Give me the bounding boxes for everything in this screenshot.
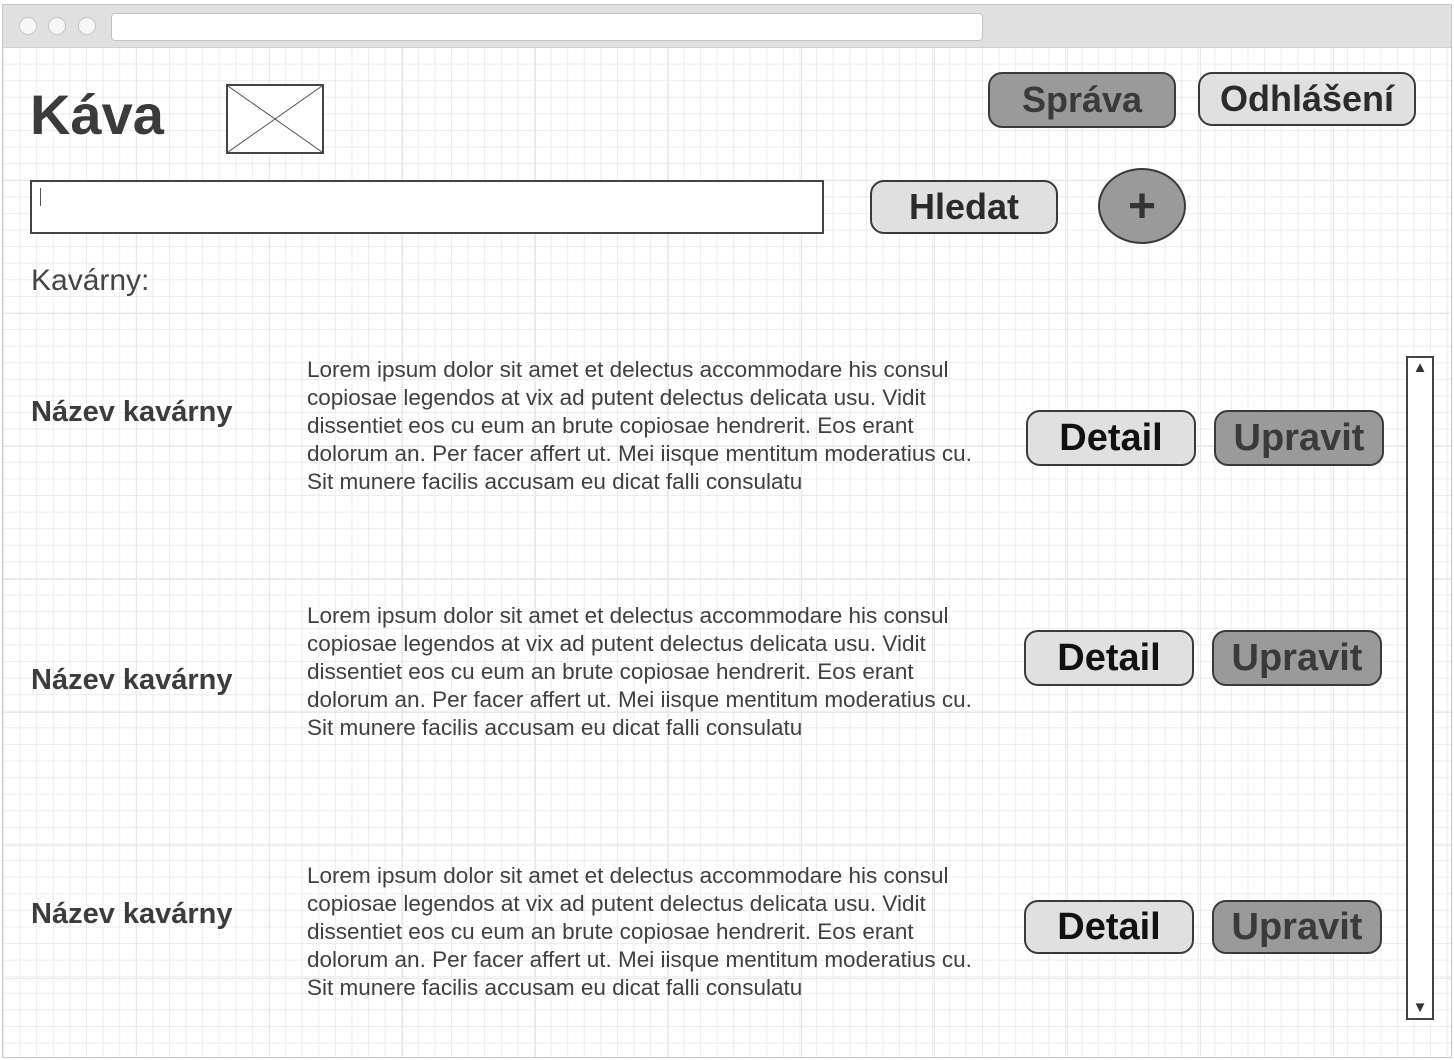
search-input[interactable] <box>30 180 824 234</box>
cafe-description: Lorem ipsum dolor sit amet et delectus a… <box>307 603 972 740</box>
vertical-scrollbar[interactable]: ▲ ▼ <box>1406 356 1434 1020</box>
section-label: Kavárny: <box>31 264 150 297</box>
search-button[interactable]: Hledat <box>870 180 1058 234</box>
page-title: Káva <box>30 83 164 146</box>
detail-button[interactable]: Detail <box>1026 410 1196 466</box>
cafe-name: Název kavárny <box>31 664 233 696</box>
edit-button[interactable]: Upravit <box>1212 630 1382 686</box>
detail-button[interactable]: Detail <box>1024 900 1194 954</box>
logout-button[interactable]: Odhlášení <box>1198 72 1416 126</box>
cafe-name: Název kavárny <box>31 898 233 930</box>
admin-button[interactable]: Správa <box>988 72 1176 128</box>
window-close-icon[interactable] <box>19 17 37 35</box>
detail-button[interactable]: Detail <box>1024 630 1194 686</box>
cafe-description: Lorem ipsum dolor sit amet et delectus a… <box>307 357 972 494</box>
scroll-up-icon[interactable]: ▲ <box>1408 360 1432 376</box>
window-maximize-icon[interactable] <box>78 17 96 35</box>
edit-button[interactable]: Upravit <box>1214 410 1384 466</box>
address-bar[interactable] <box>111 13 983 41</box>
add-cafe-button[interactable]: + <box>1098 168 1186 244</box>
window-minimize-icon[interactable] <box>48 17 66 35</box>
browser-titlebar <box>3 5 1451 48</box>
cafe-description: Lorem ipsum dolor sit amet et delectus a… <box>307 863 972 1000</box>
plus-icon: + <box>1127 179 1157 233</box>
scroll-down-icon[interactable]: ▼ <box>1408 1000 1432 1016</box>
text-caret <box>40 188 41 206</box>
edit-button[interactable]: Upravit <box>1212 900 1382 954</box>
image-placeholder-icon <box>226 84 324 154</box>
cafe-name: Název kavárny <box>31 396 233 428</box>
